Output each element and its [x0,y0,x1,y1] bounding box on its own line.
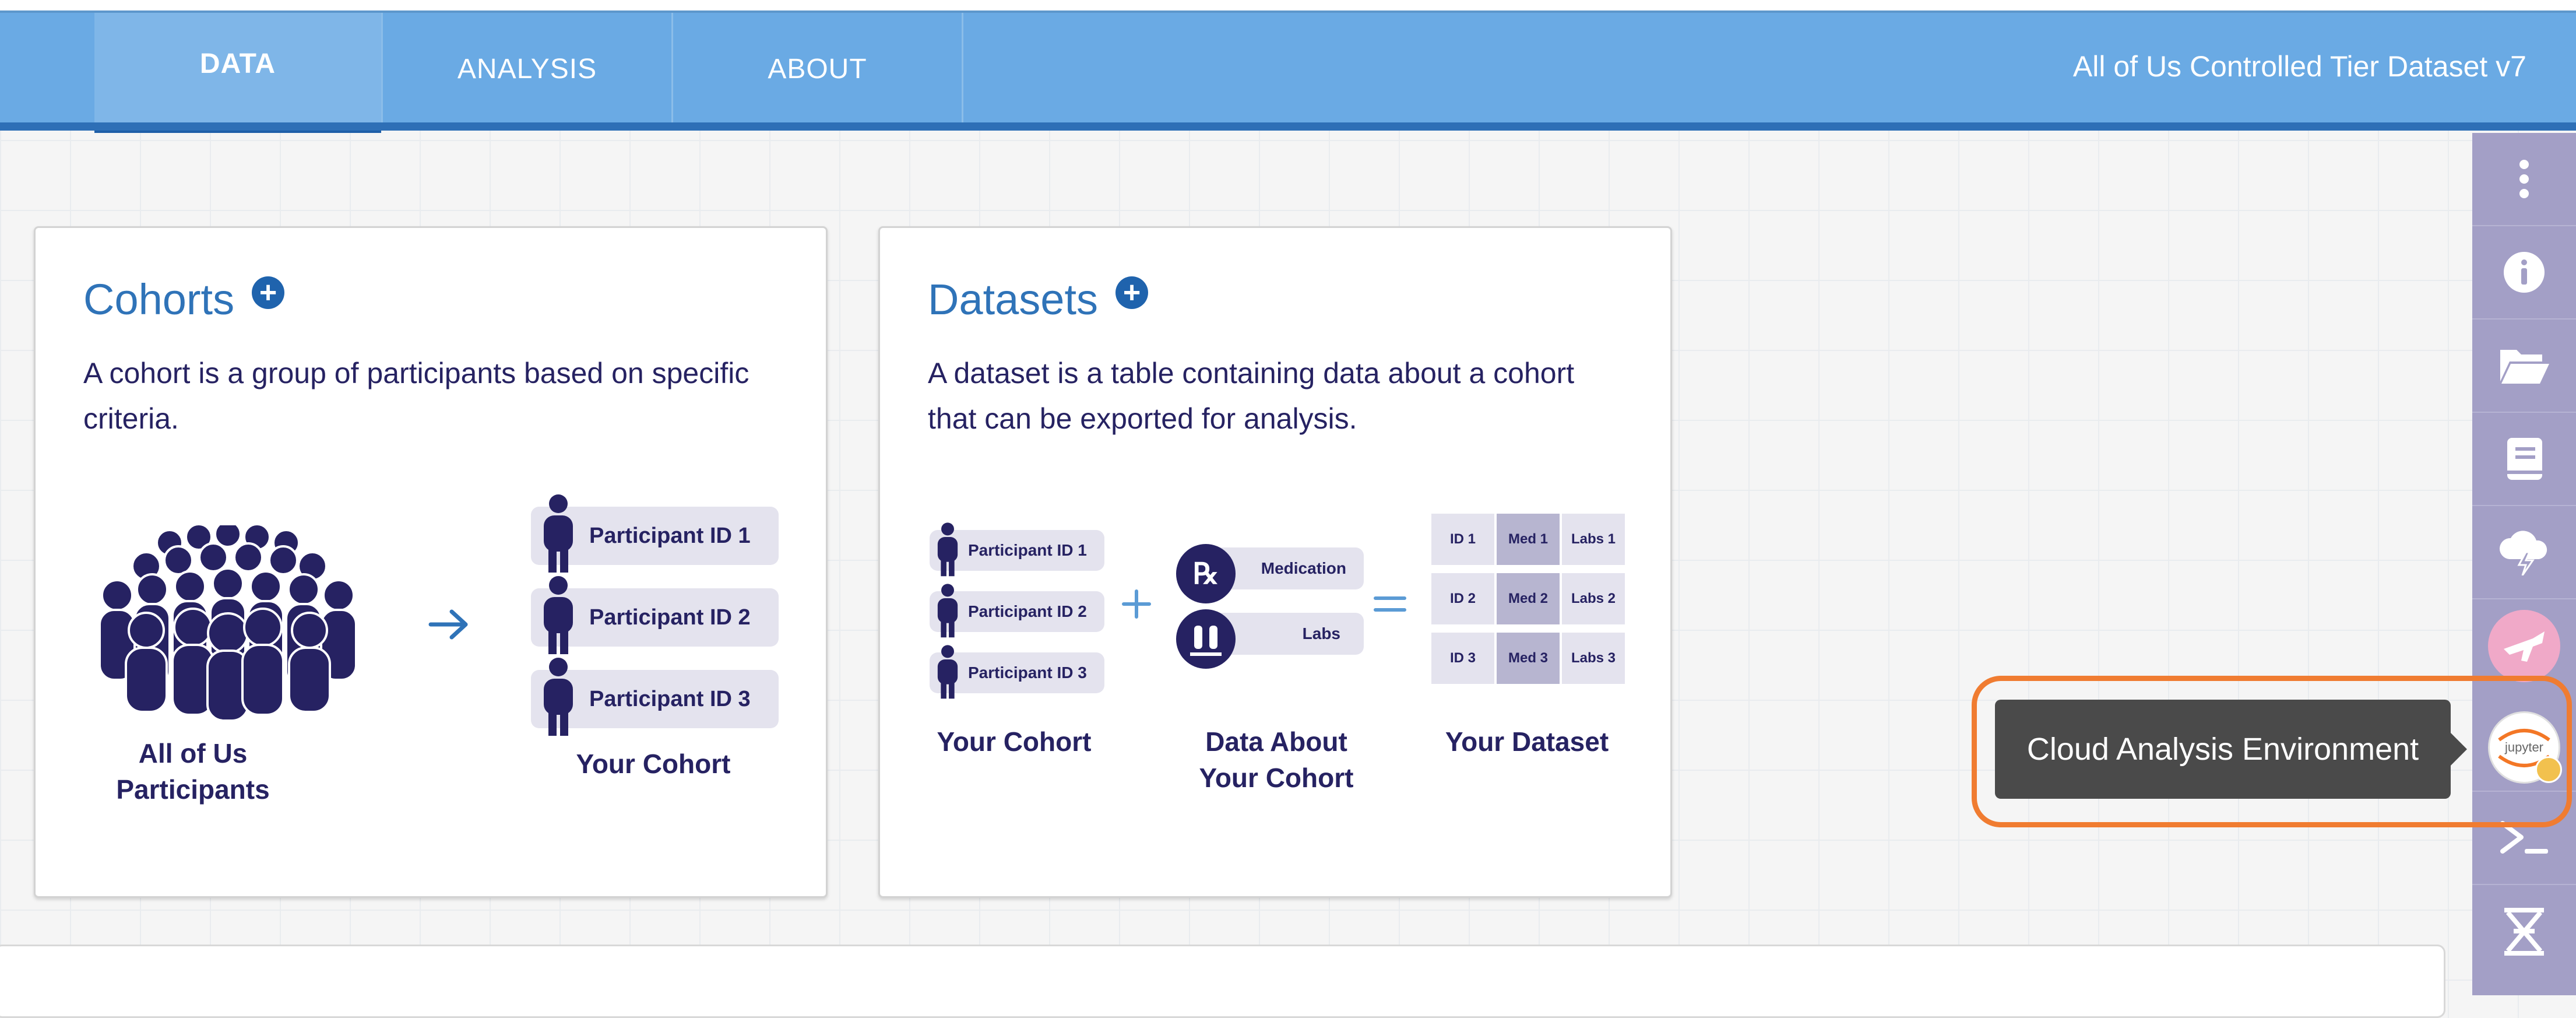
participant-label: Participant ID 3 [968,664,1087,682]
cohorts-description: A cohort is a group of participants base… [83,357,749,435]
datasets-description: A dataset is a table containing data abo… [928,357,1575,435]
info-icon[interactable] [2472,226,2576,320]
svg-text:℞: ℞ [1193,557,1219,590]
cohorts-title: Cohorts + [83,275,285,324]
tab-data-label: DATA [199,48,276,79]
datasets-card: Datasets + A dataset is a table containi… [878,226,1672,898]
dataset-table-cell: Med 2 [1497,573,1560,624]
your-cohort-label: Your Cohort [576,749,731,779]
cohorts-card: Cohorts + A cohort is a group of partici… [34,226,828,898]
add-dataset-icon[interactable]: + [1115,276,1149,309]
participant-label: Participant ID 3 [589,686,751,711]
top-strip [0,0,2576,10]
tab-analysis[interactable]: ANALYSIS [383,13,673,125]
rx-icon: ℞ [1176,544,1236,603]
medication-label: Medication [1261,559,1346,577]
dataset-table-cell: Med 3 [1497,633,1560,684]
person-icon [937,522,958,577]
data-about-label: Data About Your Cohort [1171,724,1381,796]
more-vertical-icon[interactable] [2472,133,2576,226]
folder-open-icon[interactable] [2472,320,2576,413]
crowd-label: All of Us Participants [71,735,315,808]
arrow-right-icon [428,609,468,640]
equals-sign-icon [1374,596,1406,612]
dataset-table-cell: Labs 3 [1562,633,1625,684]
data-about-line2: Your Cohort [1199,763,1354,793]
tab-analysis-label: ANALYSIS [457,53,597,85]
dataset-table-cell: Med 1 [1497,514,1560,565]
datasets-title-text: Datasets [928,275,1099,324]
dataset-table-cell: ID 2 [1431,573,1494,624]
tab-about-label: ABOUT [768,53,867,85]
participant-label: Participant ID 1 [968,541,1087,559]
cloud-analysis-tooltip: Cloud Analysis Environment [1995,700,2467,799]
person-icon [544,576,573,654]
test-tubes-icon [1176,609,1236,669]
dataset-table-cell: Labs 2 [1562,573,1625,624]
crowd-label-line1: All of Us [138,738,248,768]
book-icon[interactable] [2472,413,2576,506]
participant-label: Participant ID 1 [589,523,751,548]
participant-label: Participant ID 2 [589,605,751,630]
tab-about[interactable]: ABOUT [673,13,963,125]
cloud-lightning-icon[interactable] [2472,506,2576,599]
dataset-table-cell: Labs 1 [1562,514,1625,565]
person-icon [937,584,958,638]
participant-label: Participant ID 2 [968,602,1087,620]
datasets-cohort-label: Your Cohort [937,726,1092,757]
plus-sign-icon [1122,589,1151,619]
tab-data[interactable]: DATA [94,13,383,133]
your-dataset-label: Your Dataset [1445,726,1609,757]
dataset-table-cell: ID 3 [1431,633,1494,684]
bottom-card [0,945,2445,1018]
person-icon [544,658,573,736]
labs-label: Labs [1302,624,1340,643]
dataset-table-cell: ID 1 [1431,514,1494,565]
datasets-title: Datasets + [928,275,1149,324]
dna-icon[interactable] [2472,885,2576,978]
crowd-label-line2: Participants [116,774,270,805]
data-about-line1: Data About [1205,726,1347,757]
add-cohort-icon[interactable]: + [252,276,285,309]
person-icon [937,645,958,699]
crowd-illustration [98,525,357,722]
person-icon [544,494,573,573]
cohorts-title-text: Cohorts [83,275,235,324]
dataset-title: All of Us Controlled Tier Dataset v7 [2072,50,2526,83]
nav-underline [0,122,2576,131]
